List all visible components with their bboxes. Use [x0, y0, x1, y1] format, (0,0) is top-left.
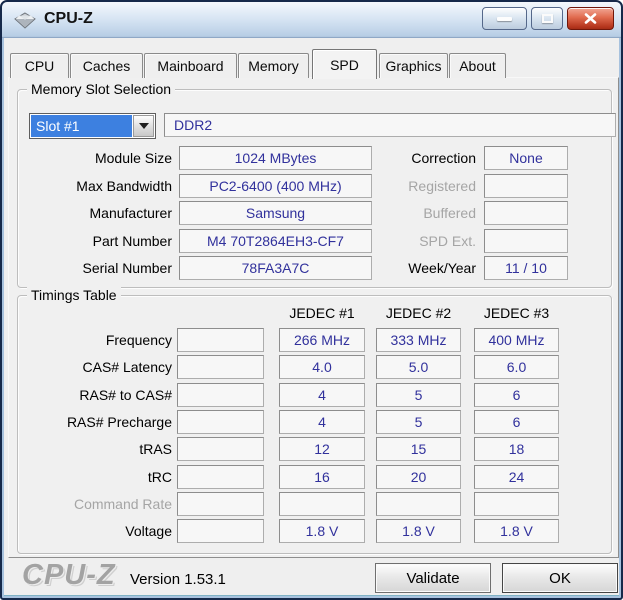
module-size-field: 1024 MBytes	[179, 146, 372, 170]
max-bandwidth-label: Max Bandwidth	[76, 178, 172, 194]
column-header-jedec2: JEDEC #2	[385, 305, 452, 321]
ras-to-cas-jedec3-cell: 6	[474, 383, 559, 407]
tab-cpu[interactable]: CPU	[10, 53, 69, 78]
memory-slot-selection-legend: Memory Slot Selection	[27, 80, 176, 98]
week-year-label: Week/Year	[408, 260, 476, 276]
tras-jedec3-cell: 18	[474, 437, 559, 461]
maximize-icon	[541, 14, 553, 23]
manufacturer-field: Samsung	[179, 201, 372, 225]
validate-button[interactable]: Validate	[375, 563, 491, 593]
correction-field: None	[484, 146, 568, 170]
chevron-down-icon	[138, 123, 149, 129]
ras-precharge-jedec3-cell: 6	[474, 410, 559, 434]
voltage-jedec1-cell: 1.8 V	[279, 519, 365, 543]
window-title: CPU-Z	[44, 10, 93, 27]
ras-precharge-label: RAS# Precharge	[66, 414, 172, 430]
ras-to-cas-label: RAS# to CAS#	[79, 387, 172, 403]
tab-about[interactable]: About	[449, 53, 506, 78]
slot-selector-dropdown[interactable]: Slot #1	[29, 113, 156, 139]
close-button[interactable]	[567, 7, 614, 30]
cas-latency-jedec2-cell: 5.0	[376, 355, 461, 379]
voltage-jedec3-cell: 1.8 V	[474, 519, 559, 543]
tab-bar: CPU Caches Mainboard Memory SPD Graphics…	[10, 48, 507, 79]
slot-selector-dropdown-button[interactable]	[133, 115, 154, 137]
trc-current-cell	[177, 465, 264, 489]
tras-current-cell	[177, 437, 264, 461]
spd-tab-page: Memory Slot Selection Slot #1 DDR2 Modul…	[8, 77, 619, 558]
cas-latency-jedec3-cell: 6.0	[474, 355, 559, 379]
trc-jedec2-cell: 20	[376, 465, 461, 489]
close-x-icon	[584, 13, 597, 24]
footer-bar: CPU-Z Version 1.53.1 Validate OK	[8, 558, 618, 598]
command-rate-jedec1-cell	[279, 492, 365, 516]
max-bandwidth-field: PC2-6400 (400 MHz)	[179, 174, 372, 198]
frequency-current-cell	[177, 328, 264, 352]
command-rate-jedec3-cell	[474, 492, 559, 516]
timings-table-group: Timings Table JEDEC #1 JEDEC #2 JEDEC #3…	[17, 286, 612, 554]
minimize-icon	[497, 16, 512, 21]
titlebar[interactable]: CPU-Z	[2, 2, 621, 38]
manufacturer-label: Manufacturer	[89, 205, 172, 221]
frequency-jedec3-cell: 400 MHz	[474, 328, 559, 352]
frequency-label: Frequency	[105, 332, 172, 348]
ras-precharge-current-cell	[177, 410, 264, 434]
trc-label: tRC	[147, 469, 172, 485]
tab-spd[interactable]: SPD	[312, 49, 377, 79]
tras-label: tRAS	[139, 441, 172, 457]
cas-latency-label: CAS# Latency	[82, 359, 173, 375]
frequency-jedec1-cell: 266 MHz	[279, 328, 365, 352]
cas-latency-jedec1-cell: 4.0	[279, 355, 365, 379]
serial-number-field: 78FA3A7C	[179, 256, 372, 280]
memory-slot-selection-group: Memory Slot Selection Slot #1 DDR2 Modul…	[17, 80, 616, 288]
ras-precharge-jedec1-cell: 4	[279, 410, 365, 434]
tras-jedec2-cell: 15	[376, 437, 461, 461]
trc-jedec3-cell: 24	[474, 465, 559, 489]
voltage-jedec2-cell: 1.8 V	[376, 519, 461, 543]
spd-ext-label: SPD Ext.	[419, 233, 476, 249]
ok-button[interactable]: OK	[502, 563, 618, 593]
version-text: Version 1.53.1	[130, 571, 226, 588]
timings-table-legend: Timings Table	[27, 286, 121, 304]
cpuz-diamond-icon	[14, 12, 36, 29]
column-header-jedec3: JEDEC #3	[483, 305, 550, 321]
tras-jedec1-cell: 12	[279, 437, 365, 461]
ras-to-cas-current-cell	[177, 383, 264, 407]
module-size-label: Module Size	[94, 150, 172, 166]
ras-precharge-jedec2-cell: 5	[376, 410, 461, 434]
slot-selector-value: Slot #1	[31, 115, 132, 137]
ras-to-cas-jedec2-cell: 5	[376, 383, 461, 407]
ras-to-cas-jedec1-cell: 4	[279, 383, 365, 407]
tab-graphics[interactable]: Graphics	[379, 53, 448, 78]
tab-memory[interactable]: Memory	[238, 53, 309, 78]
cas-latency-current-cell	[177, 355, 264, 379]
buffered-field	[484, 201, 568, 225]
week-year-field: 11 / 10	[484, 256, 568, 280]
command-rate-jedec2-cell	[376, 492, 461, 516]
window-controls	[482, 7, 614, 30]
command-rate-current-cell	[177, 492, 264, 516]
part-number-field: M4 70T2864EH3-CF7	[179, 229, 372, 253]
registered-label: Registered	[408, 178, 476, 194]
cpuz-logo: CPU-Z	[22, 559, 116, 591]
buffered-label: Buffered	[423, 205, 476, 221]
registered-field	[484, 174, 568, 198]
maximize-button[interactable]	[531, 7, 563, 30]
tab-caches[interactable]: Caches	[70, 53, 143, 78]
command-rate-label: Command Rate	[73, 496, 172, 512]
minimize-button[interactable]	[482, 7, 527, 30]
tab-mainboard[interactable]: Mainboard	[144, 53, 237, 78]
cpuz-window: CPU-Z CPU Caches Mainboard Memory SPD Gr…	[0, 0, 623, 600]
voltage-label: Voltage	[125, 523, 172, 539]
spd-ext-field	[484, 229, 568, 253]
part-number-label: Part Number	[92, 233, 172, 249]
correction-label: Correction	[411, 150, 476, 166]
column-header-jedec1: JEDEC #1	[289, 305, 355, 321]
trc-jedec1-cell: 16	[279, 465, 365, 489]
serial-number-label: Serial Number	[82, 260, 172, 276]
memory-type-field: DDR2	[164, 113, 616, 137]
voltage-current-cell	[177, 519, 264, 543]
frequency-jedec2-cell: 333 MHz	[376, 328, 461, 352]
